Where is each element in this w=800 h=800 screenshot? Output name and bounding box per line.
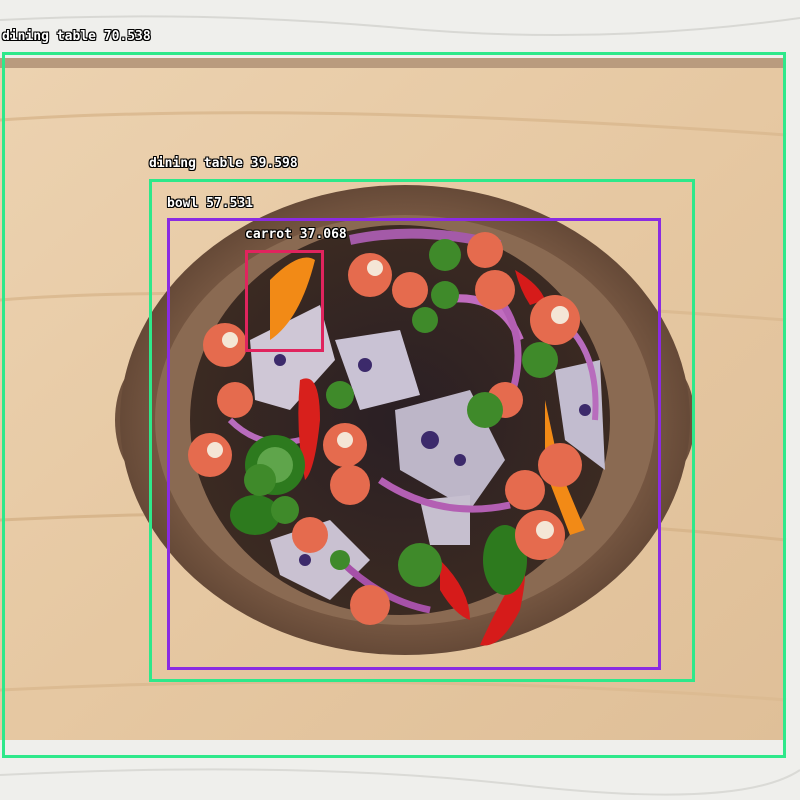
photo-scene [0,0,800,800]
detection-label-dining-table-1: dining table 70.538 [2,29,151,44]
detection-label-bowl: bowl 57.531 [167,196,254,211]
detection-label-dining-table-2: dining table 39.598 [149,156,298,171]
detection-label-carrot: carrot 37.068 [245,227,347,242]
